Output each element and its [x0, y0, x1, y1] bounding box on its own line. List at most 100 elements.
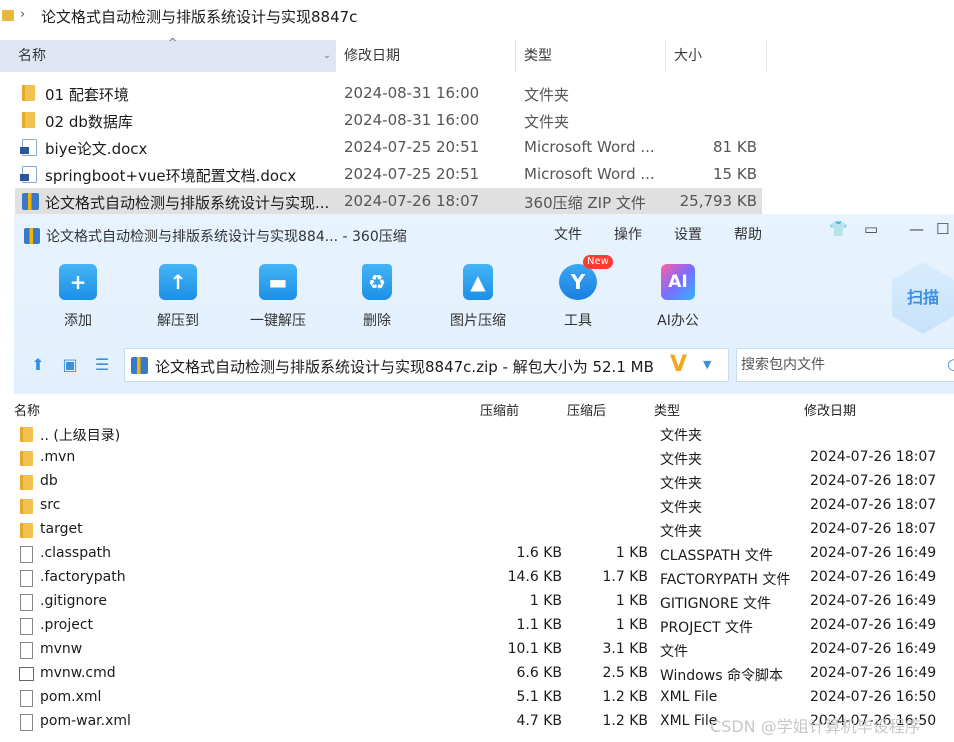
- archive-file-row[interactable]: .project 1.1 KB 1 KB PROJECT 文件 2024-07-26 1…: [14, 614, 954, 638]
- address-path[interactable]: 论文格式自动检测与排版系统设计与实现8847c: [41, 6, 357, 27]
- file-icon: [20, 642, 33, 659]
- file-name: .gitignore: [40, 593, 107, 609]
- menu-file[interactable]: 文件: [554, 224, 582, 244]
- toolbar-one-click-extract-button[interactable]: ▬ 一键解压: [238, 264, 318, 330]
- file-size-after: 1 KB: [615, 617, 648, 633]
- column-header-name[interactable]: ^ 名称 ⌄: [0, 36, 336, 72]
- archive-file-row[interactable]: mvnw 10.1 KB 3.1 KB 文件 2024-07-26 16:49: [14, 638, 954, 662]
- file-name: .. (上级目录): [40, 428, 121, 444]
- file-date: 2024-07-26 16:49: [810, 617, 937, 633]
- file-date: 2024-08-31 16:00: [344, 111, 480, 129]
- file-row[interactable]: springboot+vue环境配置文档.docx 2024-07-25 20:…: [15, 161, 762, 187]
- folder-icon: [22, 85, 35, 101]
- file-date: 2024-07-26 18:07: [344, 192, 480, 210]
- file-type: 文件夹: [660, 452, 702, 468]
- v-logo-icon[interactable]: V: [670, 353, 687, 377]
- zip-archive-icon: [131, 357, 148, 374]
- column-header-modified[interactable]: 修改日期: [804, 400, 856, 419]
- archive-file-row[interactable]: .mvn 文件夹 2024-07-26 18:07: [14, 446, 954, 470]
- archive-file-row[interactable]: .classpath 1.6 KB 1 KB CLASSPATH 文件 2024-07-…: [14, 542, 954, 566]
- file-icon: [20, 714, 33, 731]
- scan-button[interactable]: 扫描: [892, 262, 954, 334]
- file-type: 文件: [660, 644, 688, 660]
- maximize-button[interactable]: ☐: [936, 220, 949, 238]
- file-row-selected[interactable]: 论文格式自动检测与排版系统设计与实现... 2024-07-26 18:07 3…: [15, 188, 762, 214]
- menu-settings[interactable]: 设置: [674, 224, 702, 244]
- folder-icon: [22, 112, 35, 128]
- chevron-down-icon[interactable]: ⌄: [318, 40, 336, 72]
- column-header-row: ^ 名称 ⌄ 修改日期 类型 大小: [0, 36, 954, 72]
- toolbar-ai-office-button[interactable]: AI AI办公: [638, 264, 718, 330]
- list-view-icon[interactable]: ☰: [93, 356, 111, 374]
- minimize-button[interactable]: —: [909, 220, 924, 238]
- column-header-before[interactable]: 压缩前: [480, 400, 519, 419]
- archive-file-row[interactable]: src 文件夹 2024-07-26 18:07: [14, 494, 954, 518]
- archive-file-row[interactable]: db 文件夹 2024-07-26 18:07: [14, 470, 954, 494]
- thumbnail-view-icon[interactable]: ▣: [61, 356, 79, 374]
- archive-path-text: 论文格式自动检测与排版系统设计与实现8847c.zip - 解包大小为 52.1…: [155, 358, 654, 376]
- chevron-down-icon[interactable]: ▼: [703, 358, 711, 371]
- file-date: 2024-07-26 18:07: [810, 497, 937, 513]
- scan-label: 扫描: [906, 288, 939, 307]
- toolbar-label: AI办公: [657, 313, 699, 329]
- file-size-before: 1.1 KB: [516, 617, 563, 633]
- file-name: mvnw: [40, 641, 83, 657]
- toolbar-add-button[interactable]: + 添加: [38, 264, 118, 330]
- toolbar-extract-to-button[interactable]: ↑ 解压到: [138, 264, 218, 330]
- cmd-script-icon: [19, 667, 34, 681]
- archive-file-row[interactable]: .factorypath 14.6 KB 1.7 KB FACTORYPATH 文件 2…: [14, 566, 954, 590]
- file-size-after: 1 KB: [615, 545, 648, 561]
- menu-help[interactable]: 帮助: [734, 224, 762, 244]
- file-name: pom-war.xml: [40, 713, 131, 729]
- column-header-type[interactable]: 类型: [654, 400, 680, 419]
- file-name: biye论文.docx: [45, 140, 148, 158]
- zip-archive-window: 论文格式自动检测与排版系统设计与实现884... - 360压缩 文件 操作 设…: [14, 214, 954, 742]
- file-icon: [20, 570, 33, 587]
- navigation-bar: ⬆ ▣ ☰ 论文格式自动检测与排版系统设计与实现8847c.zip - 解包大小…: [14, 344, 954, 388]
- file-date: 2024-07-26 16:49: [810, 545, 937, 561]
- archive-path-bar[interactable]: 论文格式自动检测与排版系统设计与实现8847c.zip - 解包大小为 52.1…: [124, 348, 729, 382]
- search-input[interactable]: [737, 349, 937, 381]
- address-bar[interactable]: › 论文格式自动检测与排版系统设计与实现8847c: [0, 0, 954, 34]
- column-divider[interactable]: [665, 40, 666, 72]
- archive-file-row[interactable]: mvnw.cmd 6.6 KB 2.5 KB Windows 命令脚本 2024-07-…: [14, 662, 954, 686]
- image-compress-icon: ▲: [463, 264, 493, 300]
- column-divider[interactable]: [515, 40, 516, 72]
- folder-icon: [2, 10, 14, 21]
- file-type: XML File: [660, 713, 718, 729]
- column-divider[interactable]: [766, 40, 767, 72]
- file-row[interactable]: 02 db数据库 2024-08-31 16:00 文件夹: [15, 107, 762, 133]
- search-box[interactable]: ○: [736, 348, 954, 382]
- toolbar-tools-button[interactable]: Y 工具: [538, 264, 618, 330]
- file-name: 01 配套环境: [45, 86, 129, 104]
- column-header-type[interactable]: 类型: [524, 40, 664, 72]
- file-type: 文件夹: [660, 500, 702, 516]
- file-icon: [20, 618, 33, 635]
- archive-file-row[interactable]: .. (上级目录) 文件夹: [14, 422, 954, 446]
- column-header-size[interactable]: 大小: [674, 40, 764, 72]
- file-name: springboot+vue环境配置文档.docx: [45, 167, 297, 185]
- column-header-after[interactable]: 压缩后: [567, 400, 606, 419]
- toolbar-image-compress-button[interactable]: ▲ 图片压缩: [438, 264, 518, 330]
- file-date: 2024-08-31 16:00: [344, 84, 480, 102]
- search-icon[interactable]: ○: [947, 355, 954, 373]
- file-row[interactable]: biye论文.docx 2024-07-25 20:51 Microsoft W…: [15, 134, 762, 160]
- column-header-name[interactable]: 名称: [14, 400, 40, 419]
- archive-file-row[interactable]: .gitignore 1 KB 1 KB GITIGNORE 文件 2024-07-26…: [14, 590, 954, 614]
- zip-window-header: 论文格式自动检测与排版系统设计与实现884... - 360压缩 文件 操作 设…: [14, 214, 954, 394]
- file-row[interactable]: 01 配套环境 2024-08-31 16:00 文件夹: [15, 80, 762, 106]
- archive-file-row[interactable]: target 文件夹 2024-07-26 18:07: [14, 518, 954, 542]
- file-date: 2024-07-26 18:07: [810, 521, 937, 537]
- column-header-modified[interactable]: 修改日期: [344, 40, 514, 72]
- menu-operation[interactable]: 操作: [614, 224, 642, 244]
- toolbar-label: 删除: [363, 313, 391, 329]
- up-arrow-icon[interactable]: ⬆: [29, 356, 47, 374]
- archive-file-row[interactable]: pom.xml 5.1 KB 1.2 KB XML File 2024-07-26 16…: [14, 686, 954, 710]
- chevron-right-icon[interactable]: ›: [20, 7, 25, 22]
- toolbar-label: 图片压缩: [450, 313, 506, 329]
- feedback-icon[interactable]: ▭: [864, 220, 878, 238]
- toolbar-delete-button[interactable]: ♻ 删除: [337, 264, 417, 330]
- file-type: Microsoft Word ...: [524, 138, 655, 156]
- file-icon: [20, 546, 33, 563]
- skin-shirt-icon[interactable]: 👕: [829, 220, 848, 238]
